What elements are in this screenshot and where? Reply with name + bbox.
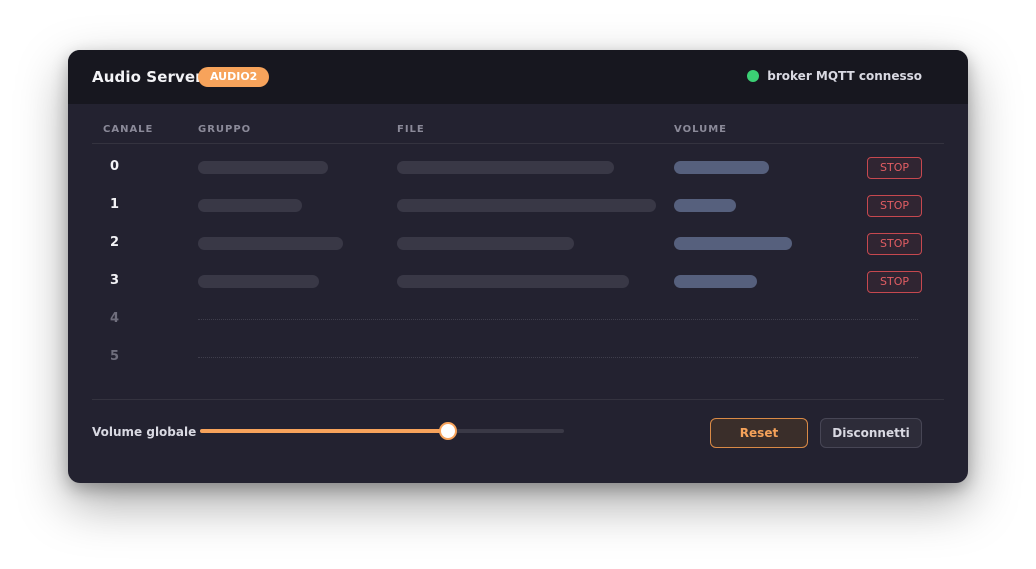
table-row: 0 STOP xyxy=(68,150,968,188)
audio-server-panel: Audio Server AUDIO2 broker MQTT connesso… xyxy=(68,50,968,483)
app-title: Audio Server xyxy=(92,68,203,86)
server-badge: AUDIO2 xyxy=(198,67,270,87)
group-placeholder xyxy=(198,275,319,288)
group-placeholder xyxy=(198,237,343,250)
channel-number: 4 xyxy=(110,311,120,326)
channel-number: 5 xyxy=(110,349,120,364)
column-header-volume: VOLUME xyxy=(674,124,727,135)
disconnect-button[interactable]: Disconnetti xyxy=(820,418,922,448)
file-placeholder xyxy=(397,275,629,288)
status-text: broker MQTT connesso xyxy=(767,69,922,83)
column-header-canale: CANALE xyxy=(103,124,154,135)
table-row: 3 STOP xyxy=(68,264,968,302)
global-volume-label: Volume globale xyxy=(92,425,197,439)
channel-number: 0 xyxy=(110,159,120,174)
panel-header: Audio Server AUDIO2 broker MQTT connesso xyxy=(68,50,968,104)
volume-bar xyxy=(674,275,757,288)
global-volume-slider[interactable] xyxy=(200,422,564,440)
reset-button[interactable]: Reset xyxy=(710,418,808,448)
volume-bar xyxy=(674,161,769,174)
status-dot-icon xyxy=(747,70,760,82)
slider-fill xyxy=(200,429,448,433)
channel-number: 1 xyxy=(110,197,120,212)
file-placeholder xyxy=(397,161,614,174)
file-placeholder xyxy=(397,199,656,212)
empty-row-placeholder xyxy=(198,357,918,358)
slider-thumb[interactable] xyxy=(438,422,457,440)
group-placeholder xyxy=(198,161,328,174)
footer-divider xyxy=(92,399,944,400)
channel-number: 2 xyxy=(110,235,120,250)
table-row: 1 STOP xyxy=(68,188,968,226)
channel-number: 3 xyxy=(110,273,120,288)
column-header-gruppo: GRUPPO xyxy=(198,124,252,135)
volume-bar xyxy=(674,199,736,212)
table-row-empty: 4 xyxy=(68,302,968,340)
column-header-file: FILE xyxy=(397,124,425,135)
table-row-empty: 5 xyxy=(68,340,968,378)
stop-button[interactable]: STOP xyxy=(867,271,922,293)
file-placeholder xyxy=(397,237,574,250)
stop-button[interactable]: STOP xyxy=(867,195,922,217)
stop-button[interactable]: STOP xyxy=(867,233,922,255)
volume-bar xyxy=(674,237,792,250)
header-divider xyxy=(92,143,944,144)
table-row: 2 STOP xyxy=(68,226,968,264)
connection-status: broker MQTT connesso xyxy=(747,69,922,83)
group-placeholder xyxy=(198,199,302,212)
empty-row-placeholder xyxy=(198,319,918,320)
stop-button[interactable]: STOP xyxy=(867,157,922,179)
